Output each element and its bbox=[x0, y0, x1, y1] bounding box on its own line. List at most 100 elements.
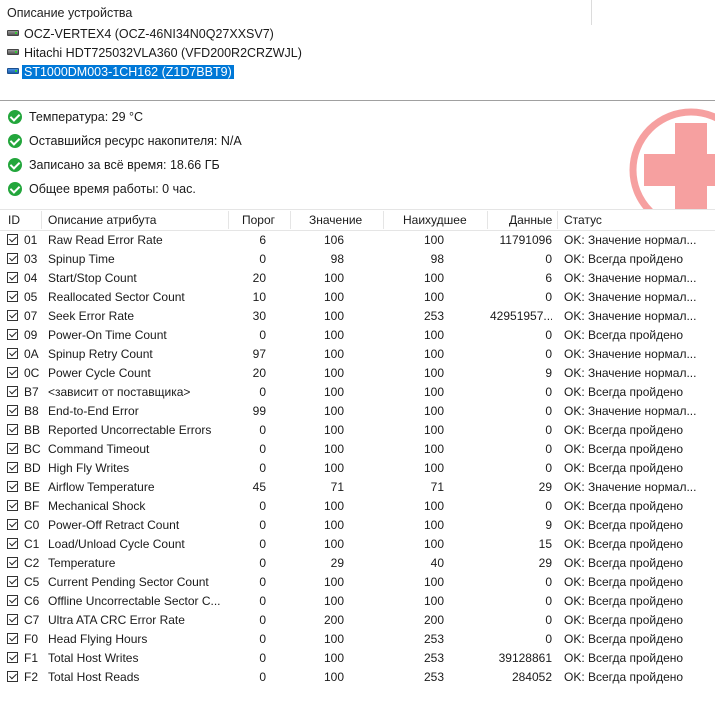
header-status[interactable]: Статус bbox=[564, 210, 602, 230]
table-row[interactable]: C0 Power-Off Retract Count 0 100 100 9 OK: Все… bbox=[0, 516, 715, 535]
column-separator[interactable] bbox=[290, 211, 291, 229]
table-row[interactable]: B7 <зависит от поставщика> 0 100 100 0 OK: Все… bbox=[0, 383, 715, 402]
table-row[interactable]: C1 Load/Unload Cycle Count 0 100 100 15 OK: Вс… bbox=[0, 535, 715, 554]
check-ok-icon bbox=[8, 109, 22, 124]
attribute-id: BD bbox=[24, 461, 41, 475]
attribute-threshold: 0 bbox=[259, 423, 266, 437]
attribute-raw-data: 0 bbox=[545, 575, 552, 589]
column-separator[interactable] bbox=[383, 211, 384, 229]
table-row[interactable]: C2 Temperature 0 29 40 29 OK: Всегда пройдено bbox=[0, 554, 715, 573]
header-value[interactable]: Значение bbox=[309, 210, 362, 230]
attribute-raw-data: 0 bbox=[545, 632, 552, 646]
row-checkbox[interactable] bbox=[7, 386, 18, 397]
column-separator[interactable] bbox=[557, 211, 558, 229]
attribute-threshold: 0 bbox=[259, 537, 266, 551]
row-checkbox[interactable] bbox=[7, 272, 18, 283]
column-separator[interactable] bbox=[487, 211, 488, 229]
attribute-status: OK: Всегда пройдено bbox=[564, 442, 684, 456]
row-checkbox[interactable] bbox=[7, 671, 18, 682]
table-row[interactable]: 04 Start/Stop Count 20 100 100 6 OK: Значение … bbox=[0, 269, 715, 288]
row-checkbox[interactable] bbox=[7, 614, 18, 625]
row-checkbox[interactable] bbox=[7, 500, 18, 511]
check-ok-icon bbox=[8, 181, 22, 196]
table-row[interactable]: 01 Raw Read Error Rate 6 106 100 11791096 OK: … bbox=[0, 231, 715, 250]
row-checkbox[interactable] bbox=[7, 329, 18, 340]
header-worst[interactable]: Наихудшее bbox=[403, 210, 467, 230]
attribute-raw-data: 39128861 bbox=[498, 651, 552, 665]
attribute-raw-data: 6 bbox=[545, 271, 552, 285]
attribute-id: BC bbox=[24, 442, 41, 456]
column-separator[interactable] bbox=[228, 211, 229, 229]
attribute-status: OK: Всегда пройдено bbox=[564, 518, 684, 532]
device-item-ocz-vertex4[interactable]: OCZ-VERTEX4 (OCZ-46NI34N0Q27XXSV7) bbox=[7, 26, 276, 43]
header-id[interactable]: ID bbox=[8, 210, 20, 230]
attribute-raw-data: 0 bbox=[545, 252, 552, 266]
table-row[interactable]: 0C Power Cycle Count 20 100 100 9 OK: Значение… bbox=[0, 364, 715, 383]
row-checkbox[interactable] bbox=[7, 576, 18, 587]
attribute-name: Power-Off Retract Count bbox=[48, 518, 180, 532]
status-text: Оставшийся ресурс накопителя: N/A bbox=[29, 134, 242, 148]
table-row[interactable]: 07 Seek Error Rate 30 100 253 42951957... OK: … bbox=[0, 307, 715, 326]
attribute-id: C5 bbox=[24, 575, 40, 589]
column-separator[interactable] bbox=[41, 211, 42, 229]
table-row[interactable]: F0 Head Flying Hours 0 100 253 0 OK: Всегда пр… bbox=[0, 630, 715, 649]
table-row[interactable]: 09 Power-On Time Count 0 100 100 0 OK: Всегда … bbox=[0, 326, 715, 345]
drive-icon bbox=[7, 48, 19, 57]
row-checkbox[interactable] bbox=[7, 538, 18, 549]
table-row[interactable]: BE Airflow Temperature 45 71 71 29 OK: Значени… bbox=[0, 478, 715, 497]
attribute-value: 98 bbox=[330, 252, 344, 266]
temperature-status: Температура: 29 °C bbox=[8, 108, 143, 128]
attribute-threshold: 97 bbox=[252, 347, 266, 361]
row-checkbox[interactable] bbox=[7, 291, 18, 302]
row-checkbox[interactable] bbox=[7, 367, 18, 378]
attribute-worst: 100 bbox=[423, 347, 444, 361]
row-checkbox[interactable] bbox=[7, 443, 18, 454]
table-row[interactable]: C7 Ultra ATA CRC Error Rate 0 200 200 0 OK: Вс… bbox=[0, 611, 715, 630]
health-cross-icon bbox=[629, 108, 715, 209]
attribute-value: 100 bbox=[323, 290, 344, 304]
table-row[interactable]: BD High Fly Writes 0 100 100 0 OK: Всегда прой… bbox=[0, 459, 715, 478]
device-item-st1000dm003[interactable]: ST1000DM003-1CH162 (Z1D7BBT9) bbox=[7, 64, 235, 81]
table-row[interactable]: C5 Current Pending Sector Count 0 100 100 0 OK… bbox=[0, 573, 715, 592]
attribute-worst: 100 bbox=[423, 328, 444, 342]
attribute-status: OK: Значение нормал... bbox=[564, 366, 697, 380]
table-row[interactable]: 03 Spinup Time 0 98 98 0 OK: Всегда пройдено bbox=[0, 250, 715, 269]
row-checkbox[interactable] bbox=[7, 633, 18, 644]
row-checkbox[interactable] bbox=[7, 652, 18, 663]
row-checkbox[interactable] bbox=[7, 405, 18, 416]
header-description[interactable]: Описание атрибута bbox=[48, 210, 156, 230]
attribute-raw-data: 15 bbox=[538, 537, 552, 551]
device-item-hitachi[interactable]: Hitachi HDT725032VLA360 (VFD200R2CRZWJL) bbox=[7, 45, 304, 62]
table-row[interactable]: C6 Offline Uncorrectable Sector C... 0 100 1… bbox=[0, 592, 715, 611]
attribute-value: 106 bbox=[323, 233, 344, 247]
row-checkbox[interactable] bbox=[7, 557, 18, 568]
table-row[interactable]: BB Reported Uncorrectable Errors 0 100 100 0 O… bbox=[0, 421, 715, 440]
table-row[interactable]: B8 End-to-End Error 99 100 100 0 OK: Значение … bbox=[0, 402, 715, 421]
row-checkbox[interactable] bbox=[7, 481, 18, 492]
table-row[interactable]: BC Command Timeout 0 100 100 0 OK: Всегда прой… bbox=[0, 440, 715, 459]
attribute-id: F1 bbox=[24, 651, 39, 665]
row-checkbox[interactable] bbox=[7, 234, 18, 245]
attribute-worst: 253 bbox=[423, 309, 444, 323]
attribute-raw-data: 29 bbox=[538, 556, 552, 570]
row-checkbox[interactable] bbox=[7, 253, 18, 264]
table-row[interactable]: 0A Spinup Retry Count 97 100 100 0 OK: Значени… bbox=[0, 345, 715, 364]
header-data[interactable]: Данные bbox=[509, 210, 552, 230]
attribute-name: Command Timeout bbox=[48, 442, 150, 456]
attribute-id: 07 bbox=[24, 309, 38, 323]
table-row[interactable]: F1 Total Host Writes 0 100 253 39128861 OK: Вс… bbox=[0, 649, 715, 668]
attribute-name: End-to-End Error bbox=[48, 404, 139, 418]
row-checkbox[interactable] bbox=[7, 348, 18, 359]
row-checkbox[interactable] bbox=[7, 462, 18, 473]
attribute-worst: 200 bbox=[423, 613, 444, 627]
table-row[interactable]: F2 Total Host Reads 0 100 253 284052 OK: Всегд… bbox=[0, 668, 715, 687]
row-checkbox[interactable] bbox=[7, 595, 18, 606]
row-checkbox[interactable] bbox=[7, 310, 18, 321]
row-checkbox[interactable] bbox=[7, 424, 18, 435]
row-checkbox[interactable] bbox=[7, 519, 18, 530]
table-row[interactable]: BF Mechanical Shock 0 100 100 0 OK: Всегда про… bbox=[0, 497, 715, 516]
attribute-raw-data: 0 bbox=[545, 347, 552, 361]
header-threshold[interactable]: Порог bbox=[242, 210, 275, 230]
table-row[interactable]: 05 Reallocated Sector Count 10 100 100 0 OK: З… bbox=[0, 288, 715, 307]
attribute-worst: 100 bbox=[423, 271, 444, 285]
